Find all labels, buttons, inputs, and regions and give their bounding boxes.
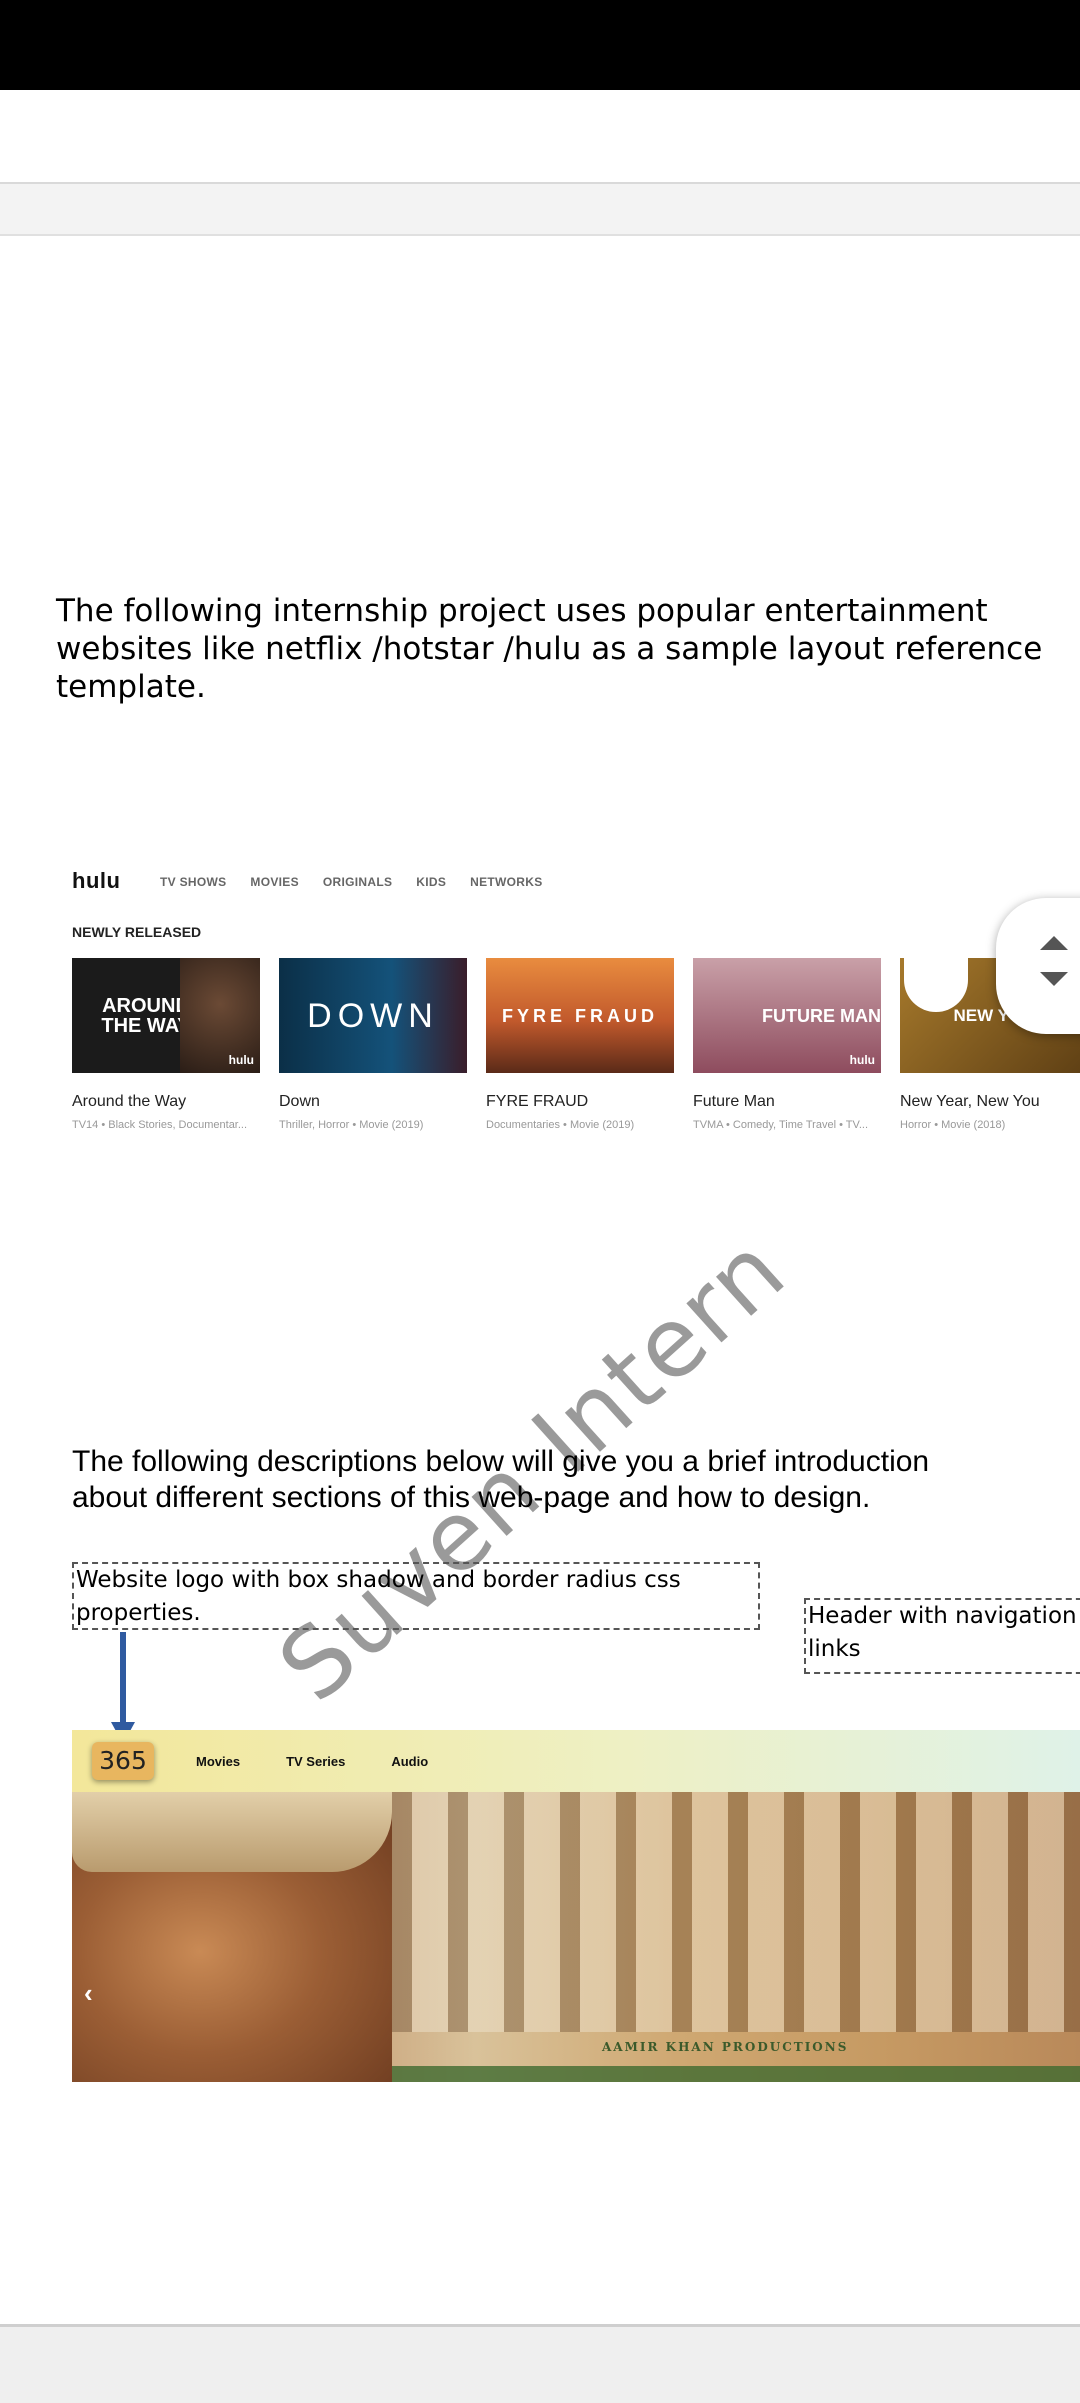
tile-title: Down xyxy=(279,1093,320,1110)
tile-thumbnail: FUTURE MAN hulu xyxy=(693,958,881,1073)
hero-banner: AAMIR KHAN PRODUCTIONS ‹ xyxy=(72,1792,1080,2082)
site-nav-item: TV Series xyxy=(286,1754,346,1769)
bottom-bar xyxy=(0,2324,1080,2403)
hulu-nav-item: ORIGINALS xyxy=(322,875,393,889)
tile-title: FYRE FRAUD xyxy=(486,1093,589,1110)
tile-meta: Documentaries • Movie (2019) xyxy=(486,1119,635,1131)
tile: DOWN Down Thriller, Horror • Movie (2019… xyxy=(279,958,467,1131)
tile-art-text: FYRE FRAUD xyxy=(502,1005,658,1026)
site-nav-item: Movies xyxy=(196,1754,241,1769)
description-line: about different sections of this web-pag… xyxy=(72,1481,871,1514)
tile-title: Around the Way xyxy=(72,1093,187,1110)
annotation-line: properties. xyxy=(76,1600,201,1626)
tile-badge: hulu xyxy=(228,1053,254,1067)
site-logo: 365 xyxy=(92,1742,154,1780)
tile: FYRE FRAUD FYRE FRAUD Documentaries • Mo… xyxy=(486,958,674,1131)
page-scroll-button[interactable] xyxy=(996,898,1080,1034)
annotation-line: Header with navigation xyxy=(808,1603,1077,1629)
hulu-nav-item: KIDS xyxy=(416,875,447,889)
site-header: 365 Movies TV Series Audio xyxy=(72,1730,1080,1792)
tile-title: New Year, New You xyxy=(900,1093,1040,1110)
arrow-up-icon[interactable] xyxy=(1040,936,1068,950)
description-line: The following descriptions below will gi… xyxy=(72,1445,930,1478)
banner-turban xyxy=(72,1792,392,1872)
scroll-handle-blob xyxy=(904,924,968,1012)
site-preview-image: 365 Movies TV Series Audio AAMIR KHAN PR… xyxy=(72,1730,1080,2082)
tile: AROUND THE WAY hulu Around the Way TV14 … xyxy=(72,958,260,1131)
intro-line: websites like netflix /hotstar /hulu as … xyxy=(56,631,1043,667)
intro-line: The following internship project uses po… xyxy=(56,593,988,629)
section-title: NEWLY RELEASED xyxy=(72,924,202,940)
hulu-nav: TV SHOWS MOVIES ORIGINALS KIDS NETWORKS xyxy=(160,875,543,889)
chevron-left-icon: ‹ xyxy=(84,1978,93,2008)
annotation-line: Website logo with box shadow and border … xyxy=(76,1567,681,1593)
site-nav: Movies TV Series Audio xyxy=(196,1754,428,1769)
production-credit: AAMIR KHAN PRODUCTIONS xyxy=(602,2040,849,2054)
pointer-arrow xyxy=(120,1632,126,1732)
intro-line: template. xyxy=(56,669,206,705)
tile-badge: hulu xyxy=(849,1053,875,1067)
hulu-nav-item: TV SHOWS xyxy=(160,875,227,889)
banner-title-strip xyxy=(392,2066,1080,2082)
tile-thumbnail: FYRE FRAUD xyxy=(486,958,674,1073)
tile-art-text: DOWN xyxy=(307,996,439,1035)
arrow-down-icon[interactable] xyxy=(1040,972,1068,986)
hulu-nav-item: MOVIES xyxy=(250,875,299,889)
hulu-logo: hulu xyxy=(72,868,121,893)
tile-thumbnail: DOWN xyxy=(279,958,467,1073)
header-annotation-box: Header with navigation links xyxy=(804,1598,1080,1674)
intro-paragraph: The following internship project uses po… xyxy=(56,592,1080,706)
tile-title: Future Man xyxy=(693,1093,775,1110)
tile: FUTURE MAN hulu Future Man TVMA • Comedy… xyxy=(693,958,881,1131)
banner-group xyxy=(392,1792,1080,2032)
tile-thumbnail: AROUND THE WAY hulu xyxy=(72,958,260,1073)
hulu-nav-item: NETWORKS xyxy=(470,875,543,889)
annotation-line: links xyxy=(808,1636,861,1662)
site-nav-item: Audio xyxy=(391,1754,429,1769)
tile-meta: Horror • Movie (2018) xyxy=(900,1119,1006,1131)
tile-meta: TVMA • Comedy, Time Travel • TV... xyxy=(693,1119,868,1131)
tile-meta: Thriller, Horror • Movie (2019) xyxy=(279,1119,424,1131)
tile-meta: TV14 • Black Stories, Documentar... xyxy=(72,1119,248,1131)
logo-annotation-box: Website logo with box shadow and border … xyxy=(72,1562,760,1630)
description-paragraph: The following descriptions below will gi… xyxy=(72,1444,929,1516)
